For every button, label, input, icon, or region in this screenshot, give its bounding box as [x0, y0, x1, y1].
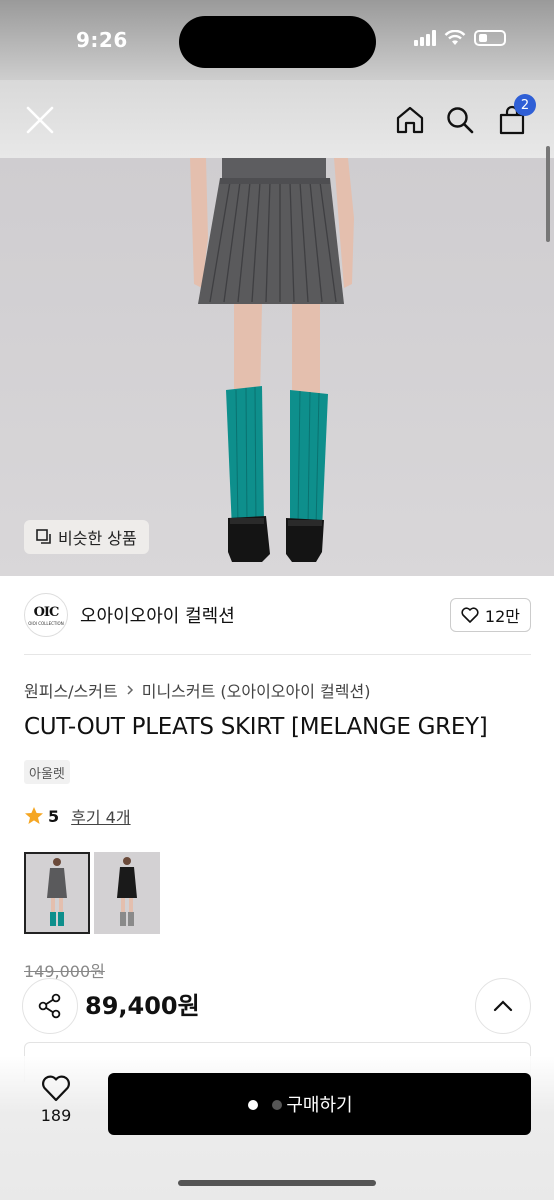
status-icons [414, 30, 506, 46]
close-icon [26, 106, 54, 134]
scroll-top-button[interactable] [475, 978, 531, 1034]
breadcrumb-subcategory[interactable]: 미니스커트 (오아이오아이 컬렉션) [142, 678, 371, 702]
breadcrumb-category[interactable]: 원피스/스커트 [24, 678, 118, 702]
color-thumbnails [24, 852, 160, 934]
brand-name[interactable]: 오아이오아이 컬렉션 [80, 602, 235, 628]
review-link[interactable]: 후기 4개 [71, 804, 130, 828]
product-title: CUT-OUT PLEATS SKIRT [MELANGE GREY] [24, 714, 488, 740]
home-indicator[interactable] [178, 1180, 376, 1186]
share-button[interactable] [22, 978, 78, 1034]
page-dot [272, 1100, 282, 1110]
brand-logo-sub: OIOI COLLECTION [28, 620, 64, 626]
rating: 5 후기 4개 [24, 804, 131, 828]
model-photo [0, 158, 554, 576]
cellular-signal-icon [414, 30, 436, 46]
similar-products-label: 비슷한 상품 [58, 529, 137, 548]
wifi-icon [444, 30, 466, 45]
page-dot-active [248, 1100, 258, 1110]
cart-count-badge: 2 [514, 94, 536, 116]
wishlist-button[interactable]: 189 [30, 1074, 82, 1134]
brand-like-button[interactable]: 12만 [449, 598, 531, 632]
search-icon [447, 107, 474, 134]
breadcrumb: 원피스/스커트 미니스커트 (오아이오아이 컬렉션) [24, 678, 370, 702]
heart-icon [42, 1075, 70, 1102]
dynamic-island [179, 16, 376, 68]
buy-button-label: 구매하기 [286, 1095, 353, 1116]
status-time: 9:26 [76, 28, 128, 52]
buy-button[interactable]: 구매하기 [108, 1073, 531, 1135]
color-option-black[interactable] [94, 852, 160, 934]
close-button[interactable] [20, 100, 60, 140]
original-price: 149,000원 [24, 962, 105, 981]
chevron-up-icon [493, 1000, 513, 1012]
outlet-tag: 아울렛 [24, 760, 70, 784]
status-bar: 9:26 [0, 0, 554, 80]
similar-products-button[interactable]: 비슷한 상품 [24, 520, 149, 554]
home-button[interactable] [390, 100, 430, 140]
cart-button[interactable]: 2 [492, 94, 536, 140]
page-indicator [248, 1100, 282, 1110]
home-icon [396, 106, 424, 134]
rating-score: 5 [48, 806, 60, 826]
brand-like-count: 12만 [484, 607, 520, 626]
thumbnail-grey-image [26, 854, 88, 932]
share-icon [38, 993, 61, 1019]
product-image[interactable] [0, 158, 554, 576]
divider [24, 654, 531, 655]
thumbnail-black-image [94, 852, 160, 934]
star-icon [25, 807, 43, 824]
brand-logo[interactable]: OIC OIOI COLLECTION [24, 593, 68, 637]
chevron-right-icon [127, 685, 133, 695]
copy-icon [36, 529, 51, 544]
search-button[interactable] [440, 100, 480, 140]
sale-price: 89,400원 [85, 992, 200, 1020]
wishlist-count: 189 [40, 1106, 72, 1125]
color-option-grey[interactable] [24, 852, 90, 934]
brand-logo-mark: OIC [33, 604, 60, 620]
heart-icon [461, 607, 479, 623]
battery-icon [474, 30, 506, 46]
brand-row[interactable]: OIC OIOI COLLECTION 오아이오아이 컬렉션 12만 [24, 592, 531, 638]
scrollbar-thumb[interactable] [546, 146, 550, 242]
